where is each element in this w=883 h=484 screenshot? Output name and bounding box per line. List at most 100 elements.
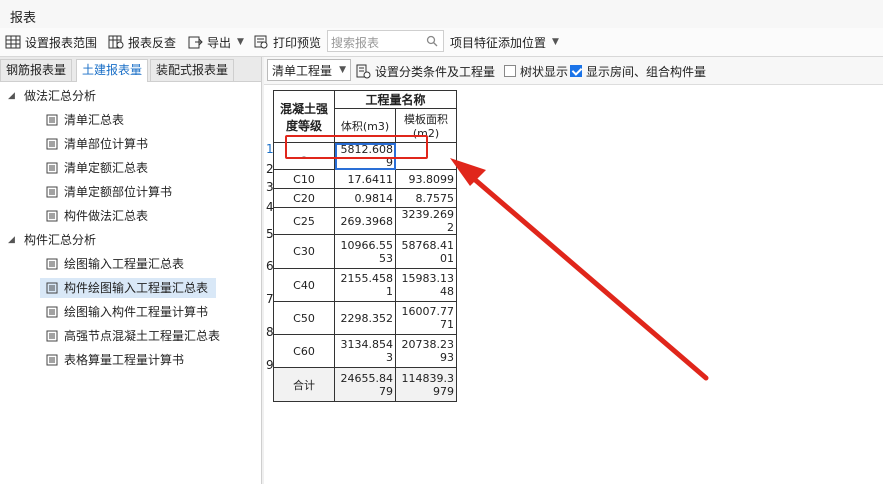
formwork-cell[interactable]: 15983.1348 [395,268,457,302]
tree-item-label: 绘图输入工程量汇总表 [64,257,185,271]
filter-settings-icon [356,64,371,78]
chevron-down-icon: ▼ [339,65,346,75]
checkbox-checked-icon[interactable] [570,65,582,77]
report-doc-icon [46,330,58,342]
export-button[interactable]: 导出 ▼ [187,32,244,52]
report-doc-icon [46,210,58,222]
feature-position-dropdown[interactable]: 项目特征添加位置 ▼ [450,32,559,52]
checkbox-unchecked-icon[interactable] [504,65,516,77]
volume-cell[interactable]: 269.3968 [334,207,396,235]
tree-item-table-calc[interactable]: 表格算量工程量计算书 [46,350,184,370]
formwork-cell[interactable]: 114839.3979 [395,367,457,402]
search-icon[interactable] [426,35,438,47]
grade-cell[interactable]: C40 [273,268,335,302]
chevron-down-icon: ▼ [237,37,244,47]
expand-triangle-icon[interactable]: ◢ [8,86,18,106]
feature-position-label: 项目特征添加位置 [450,35,547,50]
volume-cell[interactable]: 2298.352 [334,301,396,335]
show-rooms-checkbox[interactable]: 显示房间、组合构件量 [570,61,706,81]
tree-item-component-drawing-summary[interactable]: 构件绘图输入工程量汇总表 [40,278,217,298]
tree-item-bill-quota-summary[interactable]: 清单定额汇总表 [46,158,148,178]
title-bar: 报表 [0,0,883,28]
tree-item-bill-location-calc[interactable]: 清单部位计算书 [46,134,148,154]
report-type-tabs: 钢筋报表量 土建报表量 装配式报表量 [0,57,261,82]
search-placeholder: 搜索报表 [331,36,380,50]
report-tree-pane: 钢筋报表量 土建报表量 装配式报表量 ◢ 做法汇总分析 清单汇总表 清单部位计算… [0,57,262,484]
table-row: C60 3134.8543 20738.2393 [273,334,457,368]
tree-item-drawing-input-summary[interactable]: 绘图输入工程量汇总表 [46,254,184,274]
table-row: C20 0.9814 8.7575 [273,188,457,208]
report-reverse-check-button[interactable]: 报表反查 [108,32,176,52]
table-row-total: 合计 24655.8479 114839.3979 [273,367,457,402]
tree-group-label: 构件汇总分析 [24,233,97,247]
volume-cell[interactable]: 24655.8479 [334,367,396,402]
volume-cell[interactable]: 3134.8543 [334,334,396,368]
chevron-down-icon: ▼ [552,37,559,47]
table-row: C10 17.6411 93.8099 [273,169,457,189]
set-filter-conditions-button[interactable]: 设置分类条件及工程量 [356,61,495,81]
formwork-cell[interactable]: 3239.2692 [395,207,457,235]
window-title: 报表 [10,11,37,26]
volume-cell[interactable]: 0.9814 [334,188,396,208]
set-report-range-label: 设置报表范围 [25,35,98,50]
tree-item-high-strength-node-summary[interactable]: 高强节点混凝土工程量汇总表 [46,326,220,346]
tab-rebar-report[interactable]: 钢筋报表量 [0,59,73,81]
highlight-box [285,135,428,159]
tab-civil-report[interactable]: 土建报表量 [76,59,149,82]
tree-item-label: 绘图输入构件工程量计算书 [64,305,209,319]
set-report-range-button[interactable]: 设置报表范围 [5,32,97,52]
grade-cell[interactable]: C50 [273,301,335,335]
expand-triangle-icon[interactable]: ◢ [8,230,18,250]
set-filter-conditions-label: 设置分类条件及工程量 [375,64,496,79]
tree-item-label: 表格算量工程量计算书 [64,353,185,367]
tree-item-label: 清单汇总表 [64,113,125,127]
volume-cell[interactable]: 2155.4581 [334,268,396,302]
tree-group-label: 做法汇总分析 [24,89,97,103]
tree-item-bill-summary[interactable]: 清单汇总表 [46,110,124,130]
report-reverse-check-label: 报表反查 [128,35,177,50]
formwork-cell[interactable]: 58768.4101 [395,234,457,269]
column-group-header[interactable]: 工程量名称 [334,90,457,109]
main-toolbar: 设置报表范围 报表反查 导出 ▼ 打印预览 搜索报表 项目特征添加位置 ▼ [0,28,883,57]
tab-prefab-report[interactable]: 装配式报表量 [150,59,235,81]
table-search-icon [108,35,124,49]
report-doc-icon [46,258,58,270]
tree-display-label: 树状显示 [520,64,569,79]
formwork-cell[interactable]: 20738.2393 [395,334,457,368]
formwork-cell[interactable]: 93.8099 [395,169,457,189]
tree-display-checkbox[interactable]: 树状显示 [504,61,568,81]
volume-cell[interactable]: 17.6411 [334,169,396,189]
grade-cell[interactable]: 合计 [273,367,335,402]
print-preview-label: 打印预览 [273,35,322,50]
tree-group-method-summary[interactable]: ◢ 做法汇总分析 [8,86,96,106]
tree-item-label: 清单部位计算书 [64,137,149,151]
formwork-cell[interactable]: 16007.7771 [395,301,457,335]
grade-cell[interactable]: C60 [273,334,335,368]
grade-cell[interactable]: C30 [273,234,335,269]
table-row: C30 10966.5553 58768.4101 [273,234,457,269]
tree-item-label: 清单定额汇总表 [64,161,149,175]
table-row: C25 269.3968 3239.2692 [273,207,457,235]
grade-cell[interactable]: C25 [273,207,335,235]
volume-cell[interactable]: 10966.5553 [334,234,396,269]
print-preview-button[interactable]: 打印预览 [253,32,321,52]
report-view-toolbar: 清单工程量 ▼ 设置分类条件及工程量 树状显示 显示房间、组合构件量 [264,57,883,85]
tree-item-component-method-summary[interactable]: 构件做法汇总表 [46,206,148,226]
grid-settings-icon [5,35,21,49]
export-label: 导出 [207,35,232,50]
formwork-cell[interactable]: 8.7575 [395,188,457,208]
report-doc-icon [46,354,58,366]
report-doc-icon [46,186,58,198]
show-rooms-label: 显示房间、组合构件量 [586,64,707,79]
tree-item-label: 高强节点混凝土工程量汇总表 [64,329,221,343]
grade-cell[interactable]: C10 [273,169,335,189]
tree-item-label: 构件绘图输入工程量汇总表 [64,281,209,295]
grade-cell[interactable]: C20 [273,188,335,208]
tree-item-label: 构件做法汇总表 [64,209,149,223]
tree-group-component-summary[interactable]: ◢ 构件汇总分析 [8,230,96,250]
report-search-input[interactable]: 搜索报表 [327,30,444,52]
tree-item-drawing-component-calc[interactable]: 绘图输入构件工程量计算书 [46,302,208,322]
report-doc-icon [46,114,58,126]
quantity-mode-select[interactable]: 清单工程量 ▼ [267,59,351,81]
tree-item-bill-quota-location-calc[interactable]: 清单定额部位计算书 [46,182,172,202]
